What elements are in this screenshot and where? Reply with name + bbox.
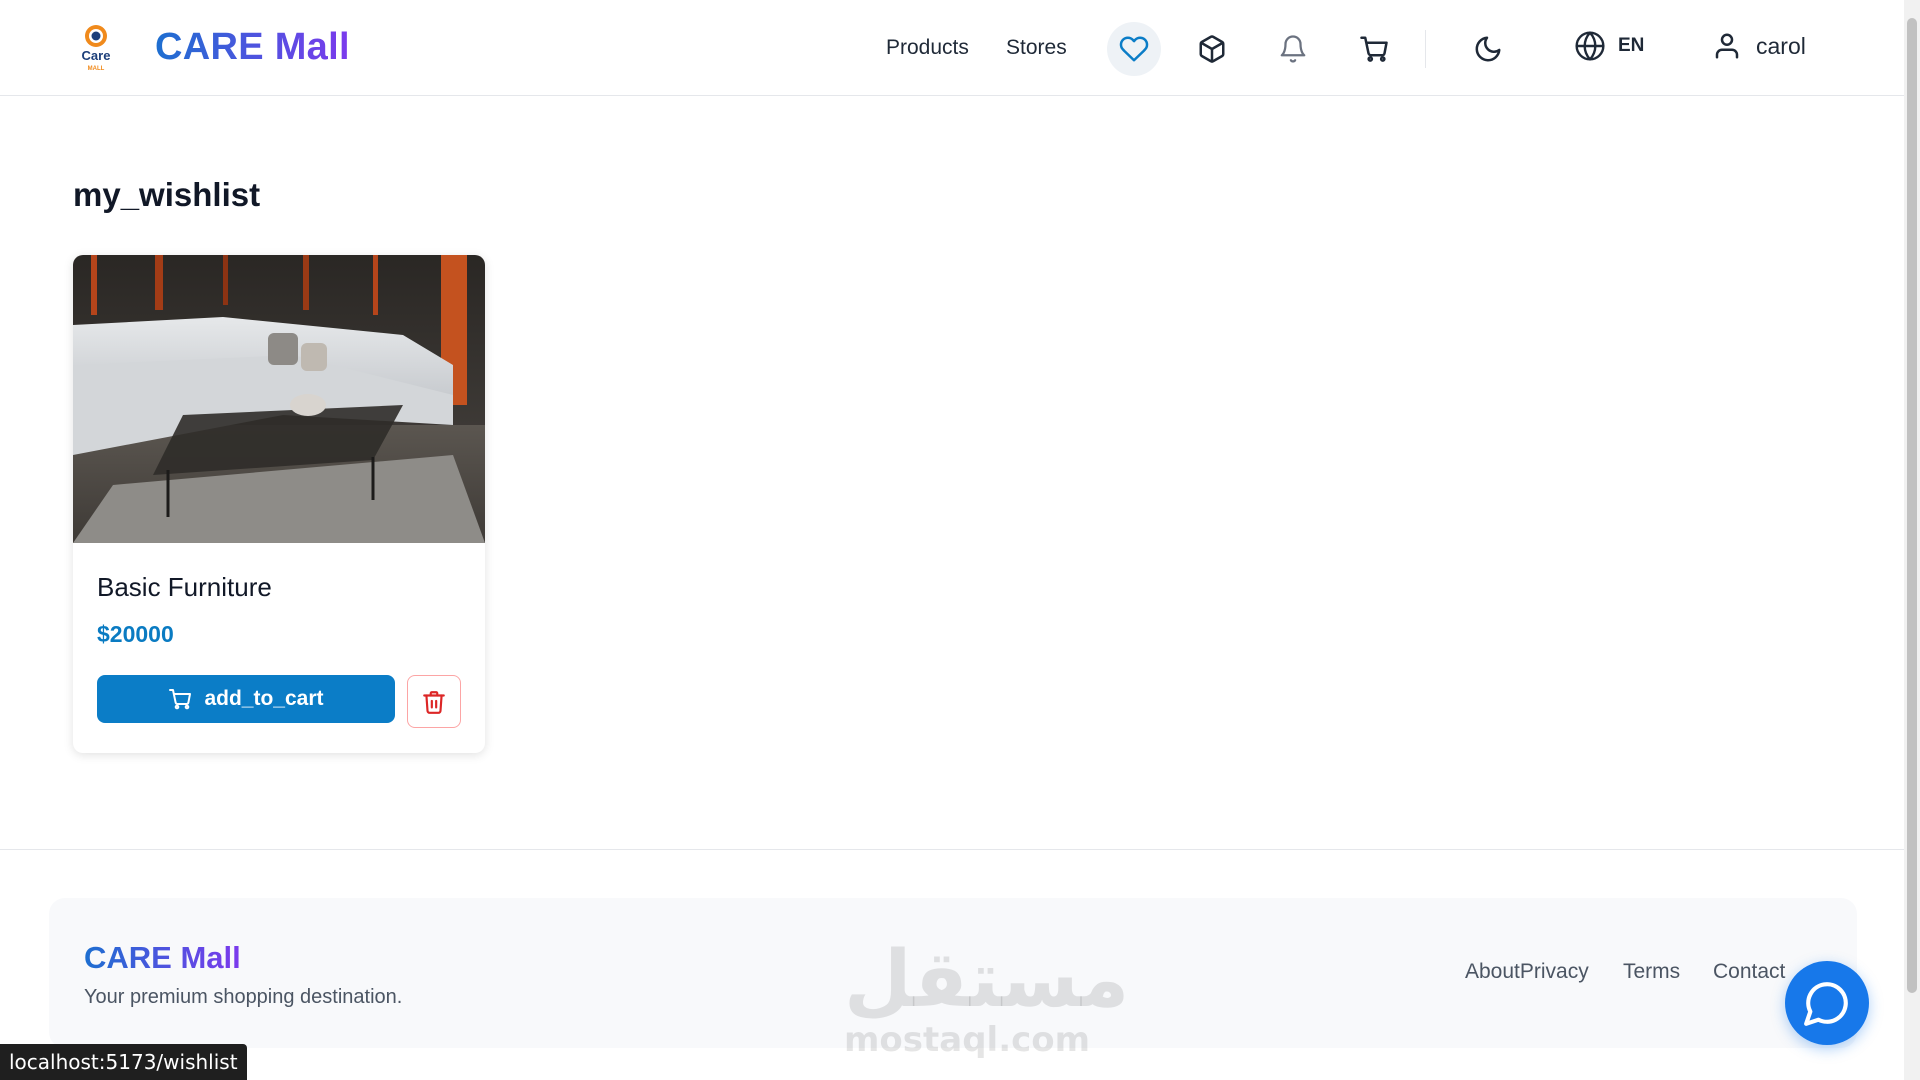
globe-icon [1575,31,1605,61]
logo-text: Care [82,48,111,63]
username-label: carol [1756,32,1806,59]
trash-icon [423,690,445,714]
user-menu[interactable]: carol [1712,31,1806,61]
wishlist-button[interactable] [1107,22,1161,76]
user-icon [1715,33,1739,59]
footer-link-terms[interactable]: Terms [1623,960,1680,984]
remove-from-wishlist-button[interactable] [407,675,461,728]
top-header: Care MALL CARE Mall Products Stores EN c… [0,0,1904,96]
chat-icon [1804,982,1848,1026]
product-price: $20000 [97,621,174,647]
product-name[interactable]: Basic Furniture [97,572,272,603]
notifications-button[interactable] [1266,22,1320,76]
cart-icon [169,689,192,710]
footer-link-contact[interactable]: Contact [1713,960,1785,984]
logo-subtext: MALL [88,66,105,72]
page-scrollbar[interactable] [1904,0,1920,1080]
moon-icon [1475,36,1501,62]
language-switcher[interactable]: EN [1574,30,1644,62]
footer-tagline: Your premium shopping destination. [84,986,403,1008]
chat-button[interactable] [1785,961,1869,1045]
footer-link-about-privacy[interactable]: AboutPrivacy [1465,960,1589,984]
theme-toggle-button[interactable] [1461,22,1515,76]
wishlist-card: Basic Furniture $20000 add_to_cart [73,255,485,753]
page-title: my_wishlist [73,176,261,213]
product-image[interactable] [73,255,485,543]
browser-status-url: localhost:5173/wishlist [0,1044,247,1080]
language-label: EN [1618,35,1645,56]
bell-icon [1280,35,1306,63]
nav-stores[interactable]: Stores [1006,36,1067,60]
orders-button[interactable] [1185,22,1239,76]
header-divider [1425,30,1426,68]
heart-icon [1119,36,1149,62]
nav-products[interactable]: Products [886,36,969,60]
box-icon [1199,35,1225,63]
footer-brand[interactable]: CARE Mall [84,940,241,976]
footer-divider [0,849,1904,850]
footer: CARE Mall Your premium shopping destinat… [49,898,1857,1048]
brand-title[interactable]: CARE Mall [155,26,350,69]
add-to-cart-button[interactable]: add_to_cart [97,675,395,723]
scrollbar-thumb[interactable] [1907,18,1917,993]
cart-icon [1360,36,1388,62]
add-to-cart-label: add_to_cart [204,687,324,710]
cart-button[interactable] [1347,22,1401,76]
care-mall-logo[interactable]: Care MALL [74,22,118,74]
